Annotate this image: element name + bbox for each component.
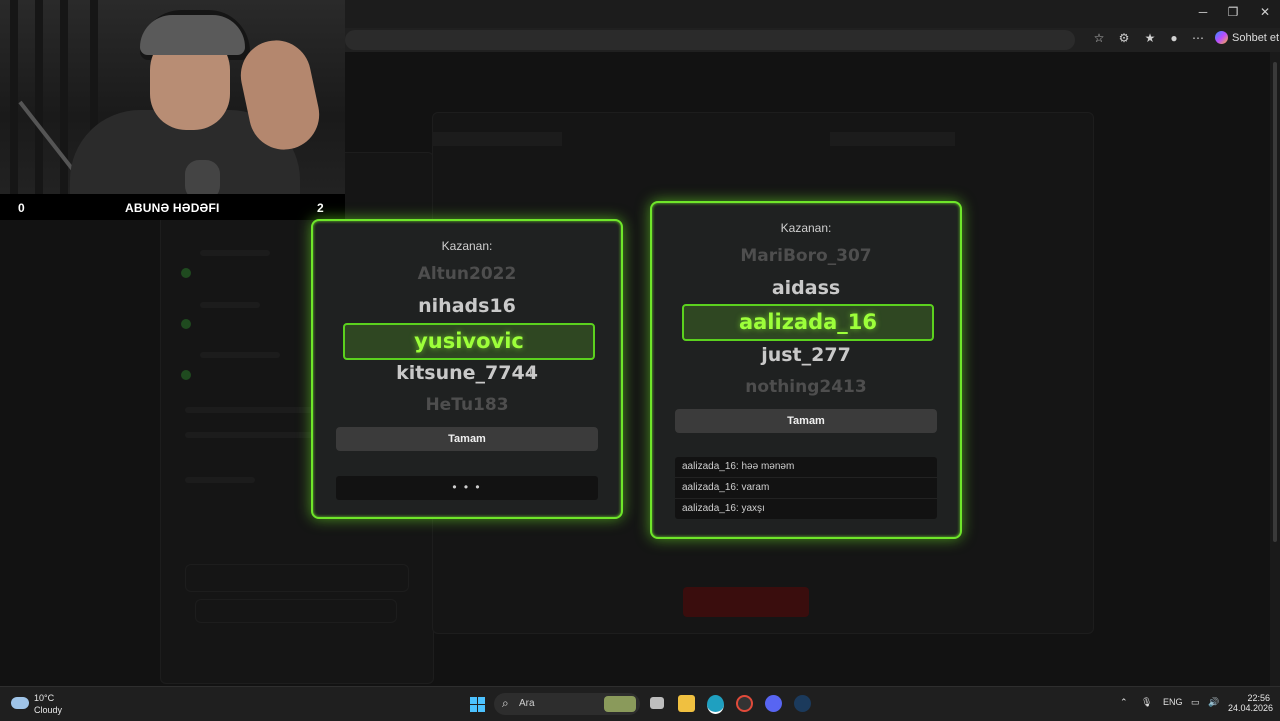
search-placeholder: Ara — [519, 698, 535, 709]
text-cursor-icon: I — [529, 366, 533, 380]
favorites-icon[interactable]: ★ — [1141, 31, 1159, 45]
loading-indicator: • • • — [336, 476, 598, 500]
chat-message: aalizada_16: həə mənəm — [675, 457, 937, 478]
background-red-button — [683, 587, 809, 617]
close-icon[interactable]: ✕ — [1250, 5, 1280, 19]
favorite-star-icon[interactable]: ☆ — [1090, 31, 1108, 45]
winner-title: Kazanan: — [441, 239, 493, 253]
volume-icon[interactable]: 🔊 — [1208, 697, 1219, 708]
background-dot — [181, 319, 191, 329]
background-text — [830, 132, 955, 146]
copilot-icon — [1215, 31, 1228, 44]
file-explorer-icon[interactable] — [678, 695, 695, 712]
winner-name: yusivovic — [343, 323, 595, 360]
weather-description[interactable]: Cloudy — [34, 705, 62, 715]
roll-name: kitsune_7744 — [396, 362, 538, 384]
roll-name: nihads16 — [418, 295, 516, 317]
weather-temperature[interactable]: 10°C — [34, 693, 54, 703]
network-icon[interactable]: ▭ — [1191, 697, 1200, 708]
minimize-icon[interactable]: ─ — [1188, 5, 1218, 19]
background-text — [432, 132, 562, 146]
page-scrollbar[interactable] — [1270, 52, 1280, 686]
taskbar-search[interactable]: ⌕ Ara — [494, 693, 640, 715]
more-menu-icon[interactable]: ⋯ — [1189, 31, 1207, 45]
chat-log: aalizada_16: həə mənəm aalizada_16: vara… — [675, 457, 937, 519]
curtain-fold — [10, 0, 18, 194]
winner-title: Kazanan: — [780, 221, 832, 235]
clock-date: 24.04.2026 — [1228, 703, 1274, 713]
ok-button[interactable]: Tamam — [675, 409, 937, 433]
steam-icon[interactable] — [794, 695, 811, 712]
copilot-label: Sohbet et — [1232, 32, 1280, 44]
winner-modal-left: Kazanan: Altun2022 nihads16 yusivovic ki… — [311, 219, 623, 519]
edge-browser-icon[interactable] — [707, 695, 724, 714]
background-dot — [181, 268, 191, 278]
chat-message: aalizada_16: varam — [675, 478, 937, 499]
background-dot — [181, 370, 191, 380]
language-indicator[interactable]: ENG — [1163, 697, 1183, 707]
discord-icon[interactable] — [765, 695, 782, 712]
roll-name: Altun2022 — [417, 264, 517, 284]
roll-name: MariBoro_307 — [740, 246, 872, 266]
search-highlight-image — [604, 696, 636, 712]
copilot-button[interactable]: Sohbet et — [1215, 31, 1279, 44]
background-line — [185, 477, 255, 483]
extensions-icon[interactable]: ⚙ — [1115, 31, 1133, 45]
restore-icon[interactable]: ❐ — [1218, 5, 1248, 19]
subscriber-goal-bar: 0 ABUNƏ HƏDƏFI 2 — [0, 194, 345, 220]
clock-time: 22:56 — [1247, 693, 1270, 703]
browser-toolbar: ☆ ⚙ ★ ● ⋯ Sohbet et — [345, 28, 1280, 52]
microphone-icon[interactable]: 🎙 — [1141, 697, 1152, 708]
background-line — [200, 250, 270, 256]
cloud-icon[interactable] — [11, 697, 29, 709]
goal-target: 2 — [317, 201, 324, 215]
webcam-overlay — [0, 0, 345, 194]
background-panel — [185, 564, 409, 592]
taskbar: 10°C Cloudy ⌕ Ara ⌃ 🎙 ENG ▭ 🔊 22:56 24.0… — [0, 686, 1280, 721]
winner-name: aalizada_16 — [682, 304, 934, 341]
winner-modal-right: Kazanan: MariBoro_307 aidass aalizada_16… — [650, 201, 962, 539]
curtain-fold — [35, 0, 43, 194]
chrome-icon[interactable] — [736, 695, 753, 712]
task-view-icon[interactable] — [650, 697, 664, 709]
goal-current: 0 — [18, 201, 25, 215]
roll-name: just_277 — [761, 344, 851, 366]
start-button[interactable] — [470, 697, 485, 712]
goal-title: ABUNƏ HƏDƏFI — [125, 201, 220, 215]
background-line — [200, 302, 260, 308]
roll-name: aidass — [771, 277, 841, 299]
tray-chevron-icon[interactable]: ⌃ — [1120, 697, 1128, 708]
profile-icon[interactable]: ● — [1165, 31, 1183, 45]
taskbar-clock[interactable]: 22:56 24.04.2026 — [1228, 693, 1274, 713]
background-line — [185, 407, 315, 413]
streamer-cap — [140, 15, 245, 55]
chat-message: aalizada_16: yaxşı — [682, 503, 765, 514]
background-panel — [195, 599, 397, 623]
roll-name: HeTu183 — [425, 395, 509, 415]
background-line — [185, 432, 315, 438]
address-bar[interactable] — [345, 30, 1075, 50]
ok-button[interactable]: Tamam — [336, 427, 598, 451]
search-icon: ⌕ — [502, 696, 509, 710]
scrollbar-thumb[interactable] — [1273, 62, 1277, 542]
background-line — [200, 352, 280, 358]
microphone — [185, 160, 220, 194]
roll-name: nothing2413 — [745, 377, 867, 397]
